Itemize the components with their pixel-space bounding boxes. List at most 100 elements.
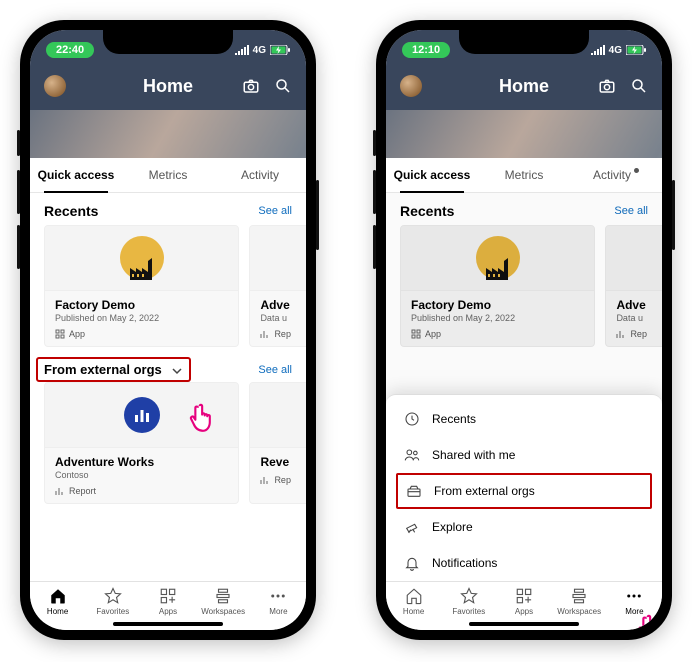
- home-icon: [405, 587, 423, 605]
- nav-label: Home: [403, 607, 424, 616]
- home-indicator: [113, 622, 223, 626]
- side-button: [672, 180, 675, 250]
- notch: [103, 30, 233, 54]
- nav-apps[interactable]: Apps: [496, 587, 551, 616]
- apps-icon: [515, 587, 533, 605]
- nav-label: Favorites: [452, 607, 485, 616]
- avatar[interactable]: [400, 75, 422, 97]
- nav-label: Workspaces: [557, 607, 601, 616]
- apps-icon: [159, 587, 177, 605]
- nav-workspaces[interactable]: Workspaces: [196, 587, 251, 616]
- star-icon: [104, 587, 122, 605]
- workspaces-icon: [214, 587, 232, 605]
- search-icon[interactable]: [630, 77, 648, 95]
- content: Recents See all Factory Demo Published o…: [386, 193, 662, 581]
- signal-icon: [591, 45, 605, 55]
- status-time: 22:40: [46, 42, 94, 58]
- tab-activity[interactable]: Activity: [570, 158, 662, 192]
- nav-more[interactable]: More: [607, 587, 662, 616]
- report-icon: [260, 329, 270, 339]
- external-orgs-icon: [406, 483, 422, 499]
- sheet-label: Explore: [432, 520, 473, 534]
- tab-metrics[interactable]: Metrics: [478, 158, 570, 192]
- external-see-all[interactable]: See all: [258, 364, 292, 376]
- tab-activity[interactable]: Activity: [214, 158, 306, 192]
- nav-more[interactable]: More: [251, 587, 306, 616]
- card-type: App: [69, 329, 85, 339]
- camera-icon[interactable]: [242, 77, 260, 95]
- nav-favorites[interactable]: Favorites: [441, 587, 496, 616]
- nav-favorites[interactable]: Favorites: [85, 587, 140, 616]
- banner: [386, 110, 662, 158]
- nav-apps[interactable]: Apps: [140, 587, 195, 616]
- sheet-explore[interactable]: Explore: [386, 509, 662, 545]
- sheet-label: Recents: [432, 412, 476, 426]
- more-icon: [625, 587, 643, 605]
- card-type: Rep: [274, 475, 291, 485]
- recents-title: Recents: [44, 203, 98, 219]
- more-sheet: Recents Shared with me From external org…: [386, 394, 662, 581]
- tab-label: Activity: [593, 168, 631, 182]
- nav-label: Apps: [159, 607, 177, 616]
- more-icon: [269, 587, 287, 605]
- tab-metrics[interactable]: Metrics: [122, 158, 214, 192]
- card-title: Reve: [260, 455, 306, 469]
- tab-quick-access[interactable]: Quick access: [30, 158, 122, 192]
- avatar[interactable]: [44, 75, 66, 97]
- activity-dot-icon: [634, 168, 639, 173]
- home-indicator: [469, 622, 579, 626]
- sheet-recents[interactable]: Recents: [386, 401, 662, 437]
- card-subtitle: Published on May 2, 2022: [55, 313, 228, 323]
- card-type: Rep: [274, 329, 291, 339]
- sheet-label: Notifications: [432, 556, 497, 570]
- recent-card[interactable]: Factory Demo Published on May 2, 2022 Ap…: [44, 225, 239, 347]
- side-button: [373, 170, 376, 214]
- workspaces-icon: [570, 587, 588, 605]
- signal-icon: [235, 45, 249, 55]
- app-icon: [55, 329, 65, 339]
- side-button: [373, 130, 376, 156]
- external-card[interactable]: Adventure Works Contoso Report: [44, 382, 239, 504]
- factory-icon: [120, 236, 164, 280]
- sheet-shared[interactable]: Shared with me: [386, 437, 662, 473]
- page-title: Home: [499, 76, 549, 97]
- from-external-orgs-toggle[interactable]: From external orgs: [36, 357, 191, 382]
- camera-icon[interactable]: [598, 77, 616, 95]
- side-button: [17, 130, 20, 156]
- nav-label: Workspaces: [201, 607, 245, 616]
- card-subtitle: Contoso: [55, 470, 228, 480]
- tab-quick-access[interactable]: Quick access: [386, 158, 478, 192]
- clock-icon: [404, 411, 420, 427]
- external-card[interactable]: Reve Rep: [249, 382, 306, 504]
- telescope-icon: [404, 519, 420, 535]
- sheet-label: From external orgs: [434, 484, 535, 498]
- nav-home[interactable]: Home: [30, 587, 85, 616]
- nav-label: More: [269, 607, 287, 616]
- phone-left: 22:40 4G Home Quick access Metrics A: [20, 20, 316, 640]
- nav-workspaces[interactable]: Workspaces: [552, 587, 607, 616]
- banner: [30, 110, 306, 158]
- home-icon: [49, 587, 67, 605]
- side-button: [316, 180, 319, 250]
- nav-home[interactable]: Home: [386, 587, 441, 616]
- people-icon: [404, 447, 420, 463]
- external-orgs-label: From external orgs: [44, 362, 162, 377]
- chevron-down-icon: [171, 365, 183, 377]
- card-title: Adventure Works: [55, 455, 228, 469]
- nav-label: More: [625, 607, 643, 616]
- recent-card[interactable]: Adve Data u Rep: [249, 225, 306, 347]
- recents-see-all[interactable]: See all: [258, 205, 292, 217]
- chart-icon: [124, 397, 160, 433]
- nav-label: Apps: [515, 607, 533, 616]
- side-button: [373, 225, 376, 269]
- report-icon: [55, 486, 65, 496]
- card-title: Factory Demo: [55, 298, 228, 312]
- side-button: [17, 170, 20, 214]
- nav-label: Home: [47, 607, 68, 616]
- sheet-notifications[interactable]: Notifications: [386, 545, 662, 581]
- sheet-external-orgs[interactable]: From external orgs: [396, 473, 652, 509]
- notch: [459, 30, 589, 54]
- search-icon[interactable]: [274, 77, 292, 95]
- battery-icon: [626, 45, 646, 55]
- status-network: 4G: [609, 45, 622, 56]
